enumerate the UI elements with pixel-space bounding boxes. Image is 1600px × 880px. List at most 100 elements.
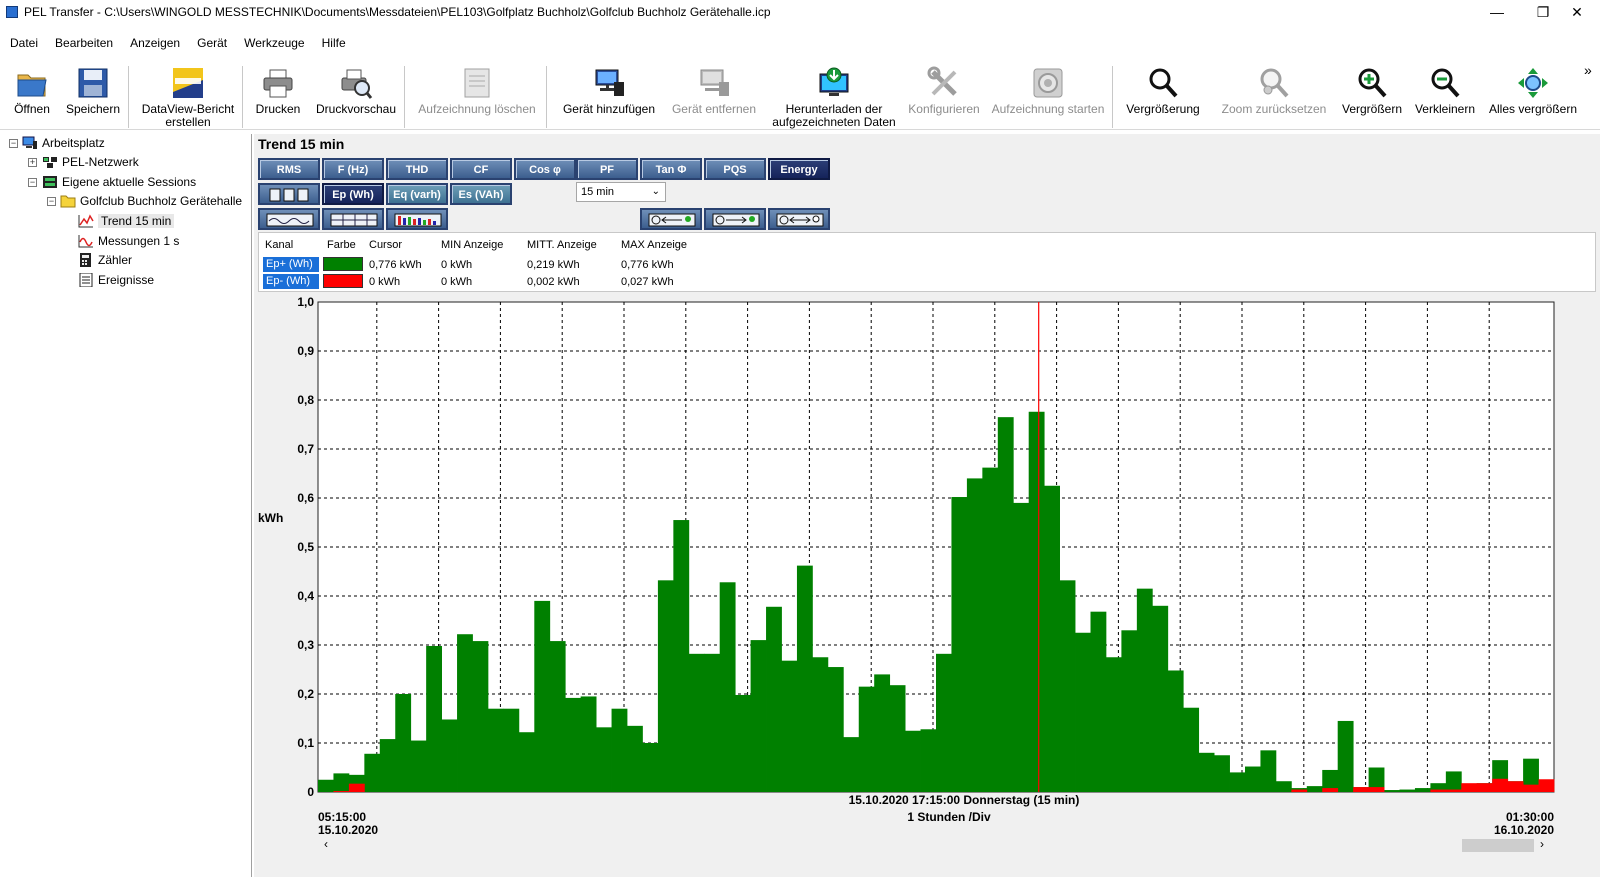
zoom-out-button[interactable]: Verkleinern bbox=[1410, 62, 1480, 128]
configure-button[interactable]: Konfigurieren bbox=[904, 62, 984, 128]
print-preview-button[interactable]: Druckvorschau bbox=[312, 62, 400, 128]
open-button[interactable]: Öffnen bbox=[4, 62, 60, 128]
bar bbox=[982, 467, 999, 792]
add-device-button[interactable]: Gerät hinzufügen bbox=[554, 62, 664, 128]
x-start-date: 15.10.2020 bbox=[318, 823, 378, 837]
move-cursor-left-icon bbox=[648, 213, 696, 227]
save-button[interactable]: Speichern bbox=[62, 62, 124, 128]
remove-device-button[interactable]: Gerät entfernen bbox=[664, 62, 764, 128]
trend-chart[interactable]: 0 0,1 0,2 0,3 0,4 0,5 0,6 0,7 0,8 0,9 1,0 kWh 05:1… bbox=[254, 294, 1600, 877]
energy-button[interactable]: Energy bbox=[768, 158, 830, 180]
toolbar-overflow-button[interactable]: » bbox=[1584, 62, 1592, 78]
menu-werkzeuge[interactable]: Werkzeuge bbox=[234, 32, 311, 50]
cursor-value: 0 kWh bbox=[369, 276, 401, 288]
close-button[interactable]: ✕ bbox=[1554, 0, 1600, 26]
minimize-button[interactable]: — bbox=[1474, 0, 1520, 26]
tree-expand-toggle[interactable]: + bbox=[28, 158, 37, 167]
menu-geraet[interactable]: Gerät bbox=[187, 32, 234, 50]
cf-button[interactable]: CF bbox=[450, 158, 512, 180]
bar bbox=[1229, 772, 1246, 792]
bar bbox=[750, 640, 767, 792]
bar bbox=[1090, 611, 1107, 792]
menu-bearbeiten[interactable]: Bearbeiten bbox=[45, 32, 120, 50]
sessions-icon bbox=[42, 175, 58, 189]
cursor-right-button[interactable] bbox=[704, 208, 766, 230]
tree-collapse-toggle[interactable]: − bbox=[9, 139, 18, 148]
zoom-all-button[interactable]: Alles vergrößern bbox=[1486, 62, 1580, 128]
bar bbox=[936, 653, 952, 792]
rms-button[interactable]: RMS bbox=[258, 158, 320, 180]
scroll-left-icon[interactable]: ‹ bbox=[324, 837, 328, 851]
pf-button[interactable]: PF bbox=[576, 158, 638, 180]
bar bbox=[874, 674, 891, 792]
chart-canvas[interactable]: 0 0,1 0,2 0,3 0,4 0,5 0,6 0,7 0,8 0,9 1,0 kWh 05:1… bbox=[254, 294, 1600, 877]
download-data-button[interactable]: Herunterladen der aufgezeichneten Daten bbox=[764, 62, 904, 129]
delete-recording-button[interactable]: Aufzeichnung löschen bbox=[412, 62, 542, 128]
move-cursor-right-icon bbox=[712, 213, 760, 227]
cursor-both-button[interactable] bbox=[768, 208, 830, 230]
channel-color-swatch[interactable] bbox=[323, 257, 363, 271]
bar bbox=[704, 653, 721, 792]
bar-view-button[interactable] bbox=[386, 208, 448, 230]
magnify-button[interactable]: Vergrößerung bbox=[1120, 62, 1206, 128]
y-tick-label: 0,4 bbox=[297, 589, 314, 603]
tree-item-arbeitsplatz[interactable]: Arbeitsplatz bbox=[22, 134, 105, 152]
bar bbox=[1275, 781, 1292, 792]
scroll-right-icon[interactable]: › bbox=[1540, 837, 1544, 851]
bar bbox=[1523, 784, 1539, 792]
cos-phi-button[interactable]: Cos φ bbox=[514, 158, 576, 180]
bar bbox=[735, 694, 751, 792]
tree-item-trend[interactable]: Trend 15 min bbox=[78, 212, 175, 230]
print-preview-icon bbox=[339, 66, 373, 100]
tree-item-sessions[interactable]: Eigene aktuelle Sessions bbox=[42, 173, 196, 191]
tree-item-measurements[interactable]: Messungen 1 s bbox=[78, 232, 179, 250]
ep-wh-button[interactable]: Ep (Wh) bbox=[322, 183, 384, 205]
bar bbox=[318, 779, 334, 792]
zoom-reset-button[interactable]: Zoom zurücksetzen bbox=[1214, 62, 1334, 128]
channel-color-swatch[interactable] bbox=[323, 274, 363, 288]
panel-title: Trend 15 min bbox=[258, 136, 345, 152]
bar bbox=[503, 708, 520, 792]
thd-button[interactable]: THD bbox=[386, 158, 448, 180]
avg-value: 0,002 kWh bbox=[527, 276, 580, 288]
phase-view-button[interactable] bbox=[258, 183, 320, 205]
line-view-button[interactable] bbox=[258, 208, 320, 230]
interval-select[interactable]: 15 min ⌄ bbox=[576, 182, 666, 202]
menu-anzeigen[interactable]: Anzeigen bbox=[120, 32, 187, 50]
dataview-report-button[interactable]: DataView-Bericht erstellen bbox=[138, 62, 238, 129]
cursor-left-button[interactable] bbox=[640, 208, 702, 230]
toolbar-separator bbox=[128, 66, 129, 128]
tree-collapse-toggle[interactable]: − bbox=[28, 178, 37, 187]
pqs-button[interactable]: PQS bbox=[704, 158, 766, 180]
table-view-button[interactable] bbox=[322, 208, 384, 230]
tree-item-site[interactable]: Golfclub Buchholz Gerätehalle bbox=[60, 192, 242, 210]
eq-varh-button[interactable]: Eq (varh) bbox=[386, 183, 448, 205]
download-icon bbox=[817, 66, 851, 100]
frequency-button[interactable]: F (Hz) bbox=[322, 158, 384, 180]
horizontal-scrollbar[interactable]: ‹ › bbox=[318, 837, 1554, 853]
tree-item-events[interactable]: Ereignisse bbox=[78, 271, 154, 289]
floppy-disk-icon bbox=[76, 66, 110, 100]
y-tick-label: 0,6 bbox=[297, 491, 314, 505]
menu-datei[interactable]: Datei bbox=[0, 32, 45, 50]
print-button[interactable]: Drucken bbox=[250, 62, 306, 128]
tree-item-counter[interactable]: Zähler bbox=[78, 251, 132, 269]
menu-hilfe[interactable]: Hilfe bbox=[312, 32, 353, 50]
bar bbox=[1167, 670, 1184, 792]
tree-collapse-toggle[interactable]: − bbox=[47, 197, 56, 206]
es-vah-button[interactable]: Es (VAh) bbox=[450, 183, 512, 205]
bar bbox=[1245, 766, 1261, 792]
start-recording-button[interactable]: Aufzeichnung starten bbox=[988, 62, 1108, 128]
y-tick-label: 1,0 bbox=[297, 295, 314, 309]
start-recording-icon bbox=[1031, 66, 1065, 100]
tree-item-pel-network[interactable]: PEL-Netzwerk bbox=[42, 153, 139, 171]
tan-phi-button[interactable]: Tan Φ bbox=[640, 158, 702, 180]
bar bbox=[457, 634, 473, 792]
zoom-in-button[interactable]: Vergrößern bbox=[1336, 62, 1408, 128]
bar bbox=[1492, 778, 1509, 792]
network-icon bbox=[42, 155, 58, 169]
scroll-thumb[interactable] bbox=[1462, 839, 1534, 852]
bar bbox=[997, 417, 1014, 792]
bar bbox=[333, 773, 350, 792]
app-icon bbox=[6, 6, 18, 18]
